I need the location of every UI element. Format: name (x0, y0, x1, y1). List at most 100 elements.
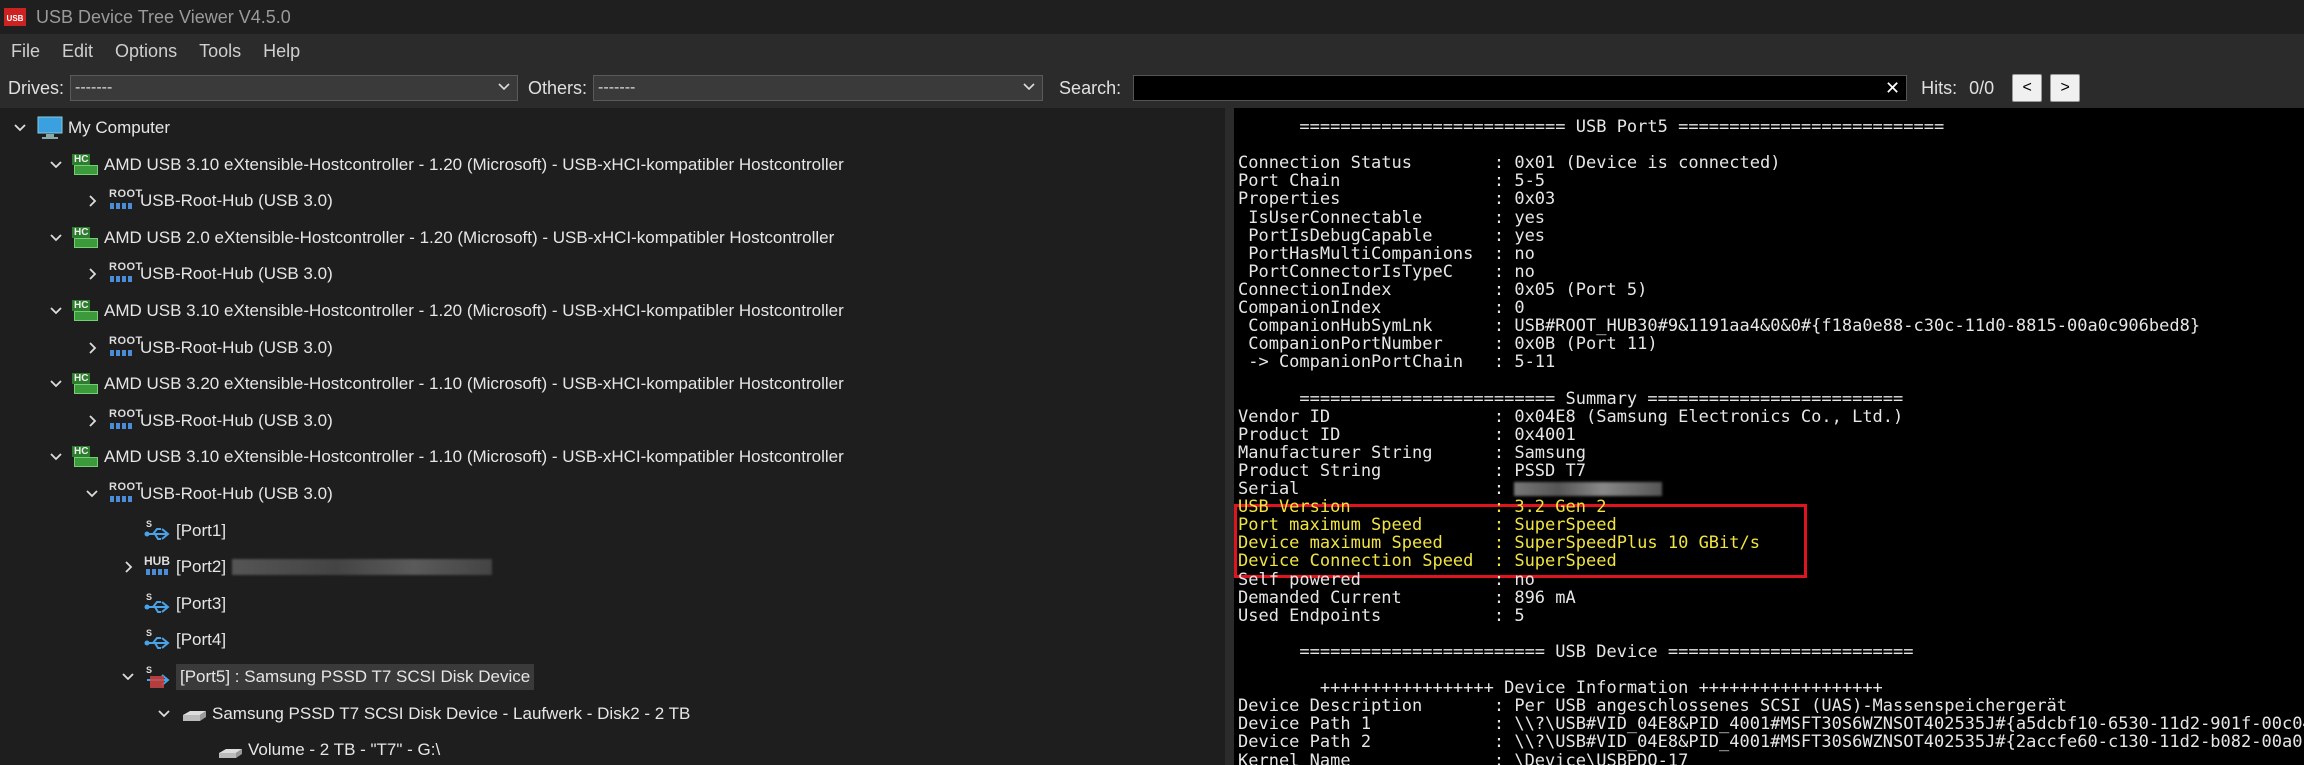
detail-line: -> CompanionPortChain : 5-11 (1238, 353, 1555, 371)
drives-dropdown[interactable]: ------- (70, 75, 519, 101)
hostcontroller-icon: HC (72, 152, 100, 178)
expand-chevron-icon[interactable] (82, 411, 102, 431)
detail-line: Device Description : Per USB angeschloss… (1238, 697, 2067, 715)
menu-options[interactable]: Options (104, 41, 188, 62)
menu-file[interactable]: File (0, 41, 51, 62)
collapse-chevron-icon[interactable] (154, 704, 174, 724)
device-tree[interactable]: My Computer HC AMD USB 3.10 eXtensible-Hos… (0, 108, 1225, 765)
clear-search-icon[interactable]: ✕ (1885, 78, 1900, 99)
tree-node[interactable]: Samsung PSSD T7 SCSI Disk Device - Laufw… (154, 696, 690, 732)
collapse-chevron-icon[interactable] (82, 484, 102, 504)
menu-bar: File Edit Options Tools Help (0, 34, 2304, 68)
detail-line-text: Properties : 0x03 (1238, 189, 1556, 210)
tree-node-label: AMD USB 3.10 eXtensible-Hostcontroller -… (104, 154, 844, 174)
roothub-icon: ROOT (108, 408, 142, 434)
tree-node-label: [Port1] (176, 520, 227, 540)
details-panel[interactable]: ========================== USB Port5 ===… (1234, 108, 2304, 765)
detail-line: +++++++++++++++++ Device Information +++… (1238, 679, 1883, 697)
collapse-chevron-icon[interactable] (46, 155, 66, 175)
detail-line: Used Endpoints : 5 (1238, 607, 1525, 625)
toolbar: Drives: ------- Others: ------- Search: … (0, 68, 2304, 108)
tree-node[interactable]: HC AMD USB 2.0 eXtensible-Hostcontroller … (46, 220, 834, 256)
pane-splitter[interactable] (1225, 108, 1234, 765)
detail-line: Demanded Current : 896 mA (1238, 589, 1576, 607)
menu-edit[interactable]: Edit (51, 41, 104, 62)
search-input[interactable]: ✕ (1133, 75, 1908, 101)
collapse-chevron-icon[interactable] (10, 118, 30, 138)
svg-text:S: S (146, 592, 152, 602)
tree-node[interactable]: ROOT USB-Root-Hub (USB 3.0) (82, 403, 333, 439)
menu-tools[interactable]: Tools (188, 41, 252, 62)
detail-line-text: Manufacturer String : Samsung (1238, 442, 1586, 463)
detail-line: PortConnectorIsTypeC : no (1238, 263, 1535, 281)
tree-node[interactable]: Volume - 2 TB - "T7" - G:\ (190, 732, 440, 765)
volume-icon (216, 737, 244, 763)
tree-node-label: USB-Root-Hub (USB 3.0) (140, 337, 333, 357)
tree-node[interactable]: S [Port3] (118, 586, 226, 622)
usb-port-icon: S (144, 627, 172, 653)
computer-icon (36, 115, 64, 141)
detail-line-text: PortConnectorIsTypeC : no (1238, 261, 1535, 282)
detail-line: Self powered : no (1238, 571, 1535, 589)
tree-node[interactable]: HC AMD USB 3.10 eXtensible-Hostcontroller… (46, 147, 844, 183)
previous-hit-button[interactable]: < (2012, 74, 2043, 102)
collapse-chevron-icon[interactable] (118, 667, 138, 687)
detail-line-text: Demanded Current : 896 mA (1238, 587, 1576, 608)
expand-chevron-icon[interactable] (82, 191, 102, 211)
tree-node-label: [Port2] (176, 557, 227, 577)
tree-node-label: USB-Root-Hub (USB 3.0) (140, 484, 333, 503)
detail-line-text: ========================== USB Port5 ===… (1238, 117, 1945, 137)
hits-label: Hits: (1921, 77, 1958, 98)
detail-line-text: Port Chain : 5-5 (1238, 171, 1546, 192)
tree-node-label: Volume - 2 TB - "T7" - G:\ (248, 740, 441, 760)
detail-line-text: ========================= Summary ======… (1238, 388, 1904, 409)
tree-node[interactable]: ROOT USB-Root-Hub (USB 3.0) (82, 330, 333, 366)
tree-node[interactable]: HC AMD USB 3.10 eXtensible-Hostcontroller… (46, 293, 844, 329)
tree-node[interactable]: HC AMD USB 3.20 eXtensible-Hostcontroller… (46, 366, 844, 402)
hostcontroller-icon: HC (72, 371, 100, 397)
tree-node[interactable]: ROOT USB-Root-Hub (USB 3.0) (82, 256, 333, 292)
detail-line: CompanionIndex : 0 (1238, 299, 1525, 317)
detail-line: ======================== USB Device ====… (1238, 643, 1913, 661)
detail-line: Product ID : 0x4001 (1238, 426, 1576, 444)
usb-storage-icon: S (144, 664, 172, 690)
tree-node[interactable]: ROOT USB-Root-Hub (USB 3.0) (82, 476, 333, 512)
collapse-chevron-icon[interactable] (46, 301, 66, 321)
detail-line-text: PortIsDebugCapable : yes (1238, 225, 1546, 246)
expand-chevron-icon[interactable] (82, 338, 102, 358)
tree-node[interactable]: HC AMD USB 3.10 eXtensible-Hostcontroller… (46, 439, 844, 475)
tree-node[interactable]: S [Port1] (118, 513, 226, 549)
detail-line-text: PortHasMultiCompanions : no (1238, 243, 1535, 264)
next-hit-button[interactable]: > (2050, 74, 2081, 102)
expand-chevron-icon[interactable] (118, 557, 138, 577)
expand-chevron-icon[interactable] (82, 264, 102, 284)
others-dropdown[interactable]: ------- (593, 75, 1044, 101)
chevron-down-icon (497, 79, 511, 100)
chevron-down-icon (1022, 79, 1036, 100)
detail-line-text: Device Description : Per USB angeschloss… (1238, 696, 2068, 717)
tree-node[interactable]: ROOT USB-Root-Hub (USB 3.0) (82, 183, 333, 219)
tree-node[interactable]: S [Port4] (118, 622, 226, 658)
collapse-chevron-icon[interactable] (46, 374, 66, 394)
collapse-chevron-icon[interactable] (46, 447, 66, 467)
hits-count: 0/0 (1969, 77, 1995, 98)
tree-node-label: USB-Root-Hub (USB 3.0) (140, 410, 333, 430)
detail-line: IsUserConnectable : yes (1238, 209, 1545, 227)
detail-line-text: USB Version : 3.2 Gen 2 (1238, 497, 1607, 518)
tree-node[interactable]: My Computer (10, 110, 170, 146)
menu-help[interactable]: Help (252, 41, 311, 62)
roothub-icon: ROOT (108, 481, 142, 507)
detail-line: Device Connection Speed : SuperSpeed (1238, 552, 1617, 570)
tree-node[interactable]: HUB [Port2] (118, 549, 493, 585)
collapse-chevron-icon[interactable] (46, 228, 66, 248)
detail-line-text: Device Connection Speed : SuperSpeed (1238, 551, 1617, 572)
tree-node[interactable]: S [Port5] : Samsung PSSD T7 SCSI Disk Dev… (118, 659, 535, 695)
detail-line-text: Serial : (1238, 479, 1515, 499)
detail-line: Device Path 1 : \\?\USB#VID_04E8&PID_400… (1238, 715, 2304, 733)
hub-icon: HUB (144, 554, 172, 580)
detail-line-text: Device Path 1 : \\?\USB#VID_04E8&PID_400… (1238, 714, 2304, 735)
detail-line-text: Device maximum Speed : SuperSpeedPlus 10… (1238, 533, 1760, 554)
disk-icon (180, 701, 208, 727)
